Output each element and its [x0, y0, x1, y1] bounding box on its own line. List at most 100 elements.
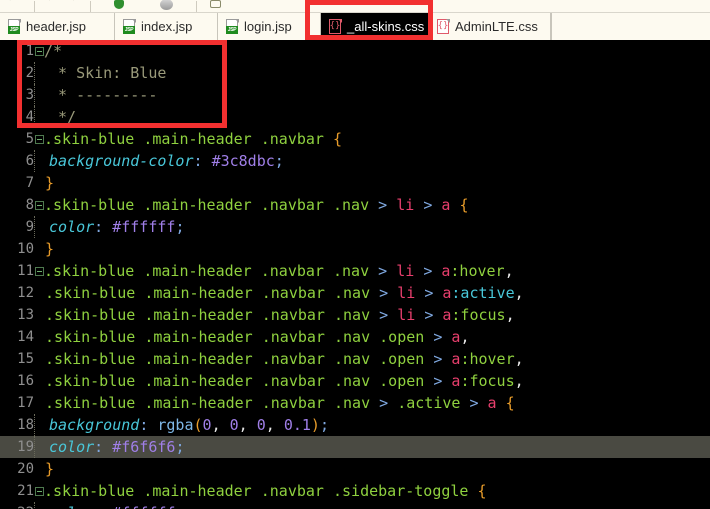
- code-line[interactable]: 9 color: #ffffff;: [0, 216, 710, 238]
- line-number: 22: [0, 502, 34, 509]
- toolbar-separator: [34, 1, 35, 12]
- indent-guide: [34, 62, 41, 84]
- line-number: 6: [25, 153, 34, 169]
- code-line[interactable]: 14 .skin-blue .main-header .navbar .nav .…: [0, 326, 710, 348]
- code-line[interactable]: 3 * ---------: [0, 84, 710, 106]
- code-line[interactable]: 16 .skin-blue .main-header .navbar .nav .…: [0, 370, 710, 392]
- line-number: 4: [25, 109, 34, 125]
- tab-index-jsp[interactable]: JSP index.jsp: [115, 13, 218, 40]
- line-number: 14: [17, 329, 34, 345]
- line-number: 10: [17, 241, 34, 257]
- css-file-icon-text: {}: [329, 21, 341, 31]
- redo-icon[interactable]: ↷: [44, 0, 52, 5]
- code-text: .skin-blue .main-header .navbar .nav .op…: [45, 372, 524, 390]
- code-line[interactable]: 11 .skin-blue .main-header .navbar .nav >…: [0, 260, 710, 282]
- tab-all-skins-css[interactable]: {} _all-skins.css ✖: [321, 13, 429, 40]
- toolbar-separator: [196, 1, 197, 12]
- code-text: .skin-blue .main-header .navbar .nav > l…: [45, 284, 524, 302]
- indent-guide: [34, 216, 41, 238]
- code-text: }: [45, 460, 55, 478]
- indent-guide: [34, 84, 41, 106]
- css-file-icon: {}: [329, 19, 342, 34]
- code-line[interactable]: 18 background: rgba(0, 0, 0, 0.1);: [0, 414, 710, 436]
- line-number: 7: [25, 175, 34, 191]
- line-number: 20: [17, 461, 34, 477]
- code-line[interactable]: 2 * Skin: Blue: [0, 62, 710, 84]
- toolbar-strip: ↶ ↷ ↷: [0, 0, 710, 13]
- code-line[interactable]: 15 .skin-blue .main-header .navbar .nav .…: [0, 348, 710, 370]
- line-number: 17: [17, 395, 34, 411]
- code-editor[interactable]: 1/* 2 * Skin: Blue 3 * --------- 4 */5 .skin…: [0, 40, 710, 509]
- comment-icon[interactable]: [210, 0, 221, 8]
- fold-toggle-icon[interactable]: [35, 267, 44, 276]
- jsp-file-icon-text: JSP: [8, 26, 20, 34]
- line-number: 15: [17, 351, 34, 367]
- code-content-area[interactable]: 1/* 2 * Skin: Blue 3 * --------- 4 */5 .skin…: [0, 40, 710, 509]
- line-number: 11: [17, 263, 34, 279]
- jsp-file-icon-text: JSP: [226, 26, 238, 34]
- debug-icon[interactable]: [160, 0, 173, 10]
- line-number: 9: [25, 219, 34, 235]
- tab-header-jsp[interactable]: JSP header.jsp: [0, 13, 115, 40]
- code-text: }: [45, 240, 55, 258]
- jsp-file-icon: JSP: [8, 19, 21, 34]
- line-number: 2: [25, 65, 34, 81]
- line-number: 18: [17, 417, 34, 433]
- code-text: .skin-blue .main-header .navbar .nav > l…: [44, 196, 469, 214]
- line-number: 21: [17, 483, 34, 499]
- code-line[interactable]: 19 color: #f6f6f6;: [0, 436, 710, 458]
- code-line[interactable]: 6 background-color: #3c8dbc;: [0, 150, 710, 172]
- code-text: background: rgba(0, 0, 0, 0.1);: [49, 416, 329, 434]
- code-line[interactable]: 4 */: [0, 106, 710, 128]
- editor-window: ↶ ↷ ↷ JSP header.jsp JSP index.jsp: [0, 0, 710, 509]
- fold-toggle-icon[interactable]: [35, 201, 44, 210]
- code-line[interactable]: 10}: [0, 238, 710, 260]
- fold-toggle-icon[interactable]: [35, 47, 44, 56]
- code-text: .skin-blue .main-header .navbar .nav .op…: [45, 350, 524, 368]
- indent-guide: [34, 414, 41, 436]
- code-line[interactable]: 22 color: #ffffff;: [0, 502, 710, 509]
- tab-label: login.jsp: [244, 19, 292, 34]
- code-text: .skin-blue .main-header .navbar .nav > l…: [44, 262, 514, 280]
- code-line[interactable]: 5 .skin-blue .main-header .navbar {: [0, 128, 710, 150]
- tab-label: header.jsp: [26, 19, 86, 34]
- indent-guide: [34, 150, 41, 172]
- code-text: color: #f6f6f6;: [49, 438, 185, 456]
- code-line[interactable]: 20}: [0, 458, 710, 480]
- code-text: */: [49, 108, 77, 126]
- line-number: 13: [17, 307, 34, 323]
- toolbar-separator: [90, 1, 91, 12]
- forward-icon[interactable]: ↷: [68, 0, 76, 5]
- code-line[interactable]: 17 .skin-blue .main-header .navbar .nav >…: [0, 392, 710, 414]
- code-line[interactable]: 13 .skin-blue .main-header .navbar .nav >…: [0, 304, 710, 326]
- tab-login-jsp[interactable]: JSP login.jsp: [218, 13, 321, 40]
- code-text: /*: [44, 42, 63, 60]
- tab-adminlte-css[interactable]: {} AdminLTE.css: [429, 13, 551, 40]
- indent-guide: [34, 502, 41, 509]
- fold-toggle-icon[interactable]: [35, 487, 44, 496]
- undo-icon[interactable]: ↶: [8, 0, 16, 5]
- code-line[interactable]: 21 .skin-blue .main-header .navbar .sideb…: [0, 480, 710, 502]
- line-number: 3: [25, 87, 34, 103]
- code-line[interactable]: 8 .skin-blue .main-header .navbar .nav > …: [0, 194, 710, 216]
- run-icon[interactable]: [114, 0, 124, 9]
- code-text: .skin-blue .main-header .navbar {: [44, 130, 343, 148]
- code-line[interactable]: 1 /*: [0, 40, 710, 62]
- jsp-file-icon-text: JSP: [123, 26, 135, 34]
- code-line[interactable]: 7}: [0, 172, 710, 194]
- code-text: .skin-blue .main-header .navbar .nav .op…: [45, 328, 470, 346]
- line-number: 5: [25, 131, 34, 147]
- line-number: 16: [17, 373, 34, 389]
- tab-label: index.jsp: [141, 19, 193, 34]
- code-text: }: [45, 174, 55, 192]
- fold-toggle-icon[interactable]: [35, 135, 44, 144]
- code-text: * ---------: [49, 86, 158, 104]
- code-line[interactable]: 12 .skin-blue .main-header .navbar .nav >…: [0, 282, 710, 304]
- editor-tab-bar: JSP header.jsp JSP index.jsp JSP login.j…: [0, 13, 710, 40]
- jsp-file-icon: JSP: [123, 19, 136, 34]
- code-text: color: #ffffff;: [49, 218, 185, 236]
- jsp-file-icon: JSP: [226, 19, 239, 34]
- indent-guide: [34, 106, 41, 128]
- code-text: .skin-blue .main-header .navbar .nav > .…: [45, 394, 515, 412]
- line-number: 19: [17, 439, 34, 455]
